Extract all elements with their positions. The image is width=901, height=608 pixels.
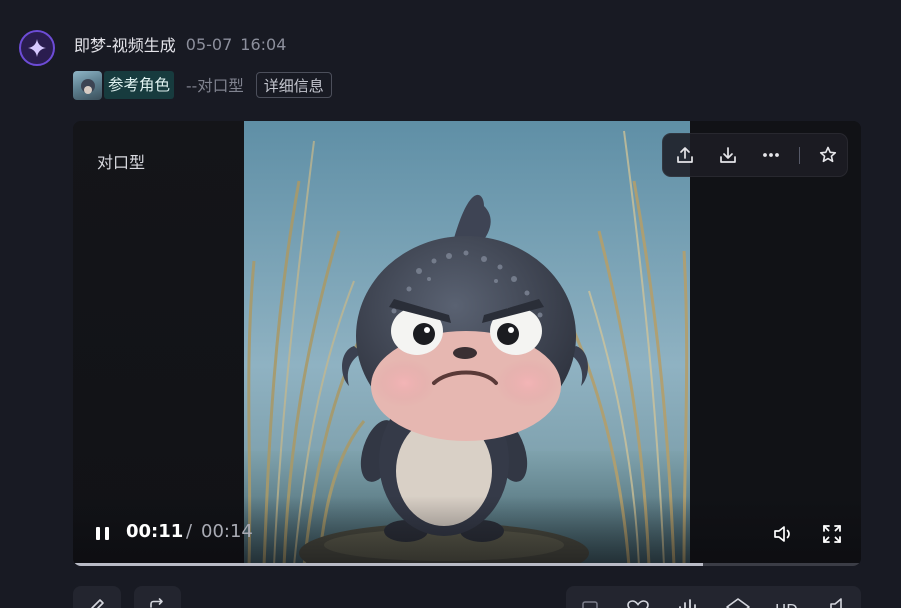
star-icon[interactable] bbox=[815, 142, 841, 168]
video-overlay-label: 对口型 bbox=[97, 153, 146, 172]
message-time: 16:04 bbox=[240, 34, 287, 54]
progress-fill bbox=[73, 563, 704, 566]
action-toolbar: HD bbox=[566, 586, 861, 608]
reference-role-tag[interactable]: 参考角色 bbox=[104, 71, 175, 99]
video-player[interactable]: 对口型 00:11 / 00:14 bbox=[73, 121, 861, 566]
message-header: 即梦-视频生成 05-07 16:04 bbox=[74, 33, 287, 56]
total-time: 00:14 bbox=[201, 521, 253, 542]
volume-icon[interactable] bbox=[771, 522, 795, 546]
reshare-icon bbox=[150, 598, 163, 608]
download-icon[interactable] bbox=[715, 142, 741, 168]
sound-icon[interactable] bbox=[828, 596, 850, 608]
current-time: 00:11 bbox=[126, 521, 184, 542]
sparkle-icon bbox=[28, 39, 46, 57]
author-name: 即梦-视频生成 bbox=[74, 36, 176, 55]
layers-icon[interactable] bbox=[725, 597, 751, 608]
generation-meta: 参考角色 --对口型 详细信息 bbox=[73, 70, 332, 100]
app-avatar bbox=[19, 30, 55, 66]
edit-icon bbox=[91, 599, 104, 608]
edit-button[interactable] bbox=[73, 586, 121, 608]
detail-info-button[interactable]: 详细信息 bbox=[255, 72, 332, 98]
frame-icon[interactable] bbox=[580, 599, 600, 608]
thumbnail-figure-belly bbox=[84, 85, 92, 94]
message-date: 05-07 bbox=[185, 34, 233, 54]
more-icon[interactable] bbox=[758, 142, 784, 168]
fullscreen-icon[interactable] bbox=[820, 522, 844, 546]
svg-text:HD: HD bbox=[775, 601, 798, 608]
video-toolbar bbox=[662, 133, 848, 177]
share-icon[interactable] bbox=[672, 142, 698, 168]
time-separator: / bbox=[186, 521, 193, 542]
progress-bar[interactable] bbox=[73, 563, 861, 566]
toolbar-divider bbox=[799, 147, 800, 164]
chat-page: 即梦-视频生成 05-07 16:04 参考角色 --对口型 详细信息 对口型 bbox=[0, 0, 901, 608]
pause-icon[interactable] bbox=[93, 523, 113, 543]
reshare-button[interactable] bbox=[134, 586, 181, 608]
heart-icon[interactable] bbox=[626, 599, 650, 608]
reference-thumbnail[interactable] bbox=[73, 70, 102, 100]
mode-text: --对口型 bbox=[186, 77, 244, 95]
audio-wave-icon[interactable] bbox=[676, 597, 700, 608]
hd-icon[interactable]: HD bbox=[773, 598, 803, 608]
